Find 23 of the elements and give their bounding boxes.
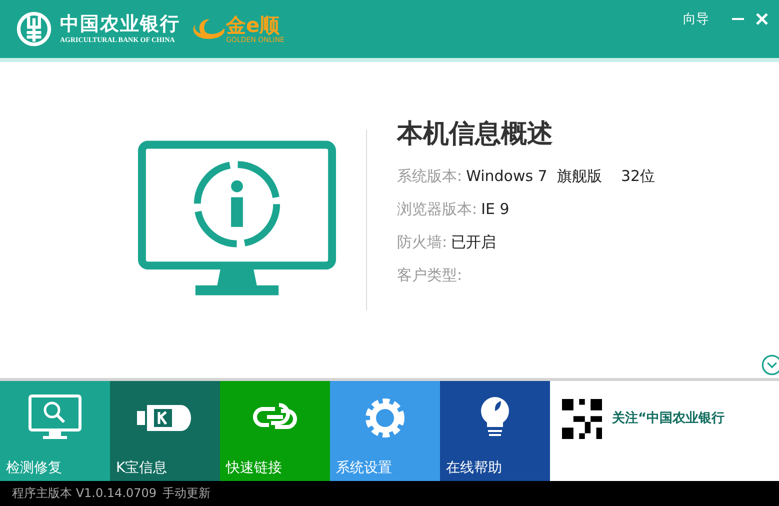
info-label: 客户类型: bbox=[397, 266, 462, 284]
promo-text: 关注“中国农业银行 bbox=[612, 410, 725, 427]
bank-logo-icon bbox=[16, 11, 52, 47]
guide-link[interactable]: 向导 bbox=[683, 10, 709, 28]
feature-tile[interactable]: 检测修复 bbox=[0, 381, 110, 481]
bank-name: 中国农业银行 bbox=[60, 13, 180, 35]
expand-chevron-icon[interactable] bbox=[761, 354, 779, 376]
feature-tile[interactable]: K宝信息 bbox=[110, 381, 220, 481]
close-icon[interactable] bbox=[755, 12, 769, 26]
info-label: 系统版本: bbox=[397, 166, 462, 186]
qr-code-icon bbox=[562, 399, 602, 439]
feature-tile[interactable]: 系统设置 bbox=[330, 381, 440, 481]
feature-tile[interactable]: 在线帮助 bbox=[440, 381, 550, 481]
update-link[interactable]: 手动更新 bbox=[162, 485, 211, 502]
version-text: 程序主版本 V1.0.14.0709 bbox=[12, 485, 157, 502]
info-title: 本机信息概述 bbox=[397, 118, 554, 150]
info-value: IE 9 bbox=[481, 200, 510, 218]
product-name: 金e顺 bbox=[226, 14, 280, 36]
info-value: Windows 7 旗舰版 32位 bbox=[466, 166, 656, 186]
info-value: 已开启 bbox=[451, 232, 496, 252]
info-label: 浏览器版本: bbox=[397, 200, 478, 218]
feature-tile[interactable]: 快速链接 bbox=[220, 381, 330, 481]
info-label: 防火墙: bbox=[397, 232, 448, 252]
